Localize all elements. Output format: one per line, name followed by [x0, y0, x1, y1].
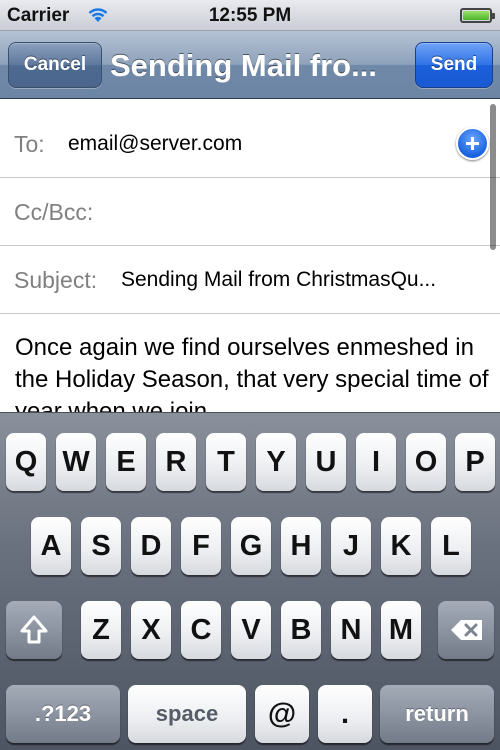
key-p[interactable]: P [455, 433, 495, 491]
to-label: To: [14, 131, 45, 157]
add-contact-icon[interactable] [456, 127, 489, 160]
key-w[interactable]: W [56, 433, 96, 491]
shift-icon [20, 615, 48, 644]
key-u[interactable]: U [306, 433, 346, 491]
key-r[interactable]: R [156, 433, 196, 491]
message-body[interactable]: Once again we find ourselves enmeshed in… [15, 332, 490, 412]
space-key[interactable]: space [128, 685, 246, 743]
send-button[interactable]: Send [415, 42, 493, 88]
key-g[interactable]: G [231, 517, 271, 575]
key-e[interactable]: E [106, 433, 146, 491]
key-v[interactable]: V [231, 601, 271, 659]
subject-field[interactable]: Subject: Sending Mail from ChristmasQu..… [0, 246, 500, 314]
key-z[interactable]: Z [81, 601, 121, 659]
key-h[interactable]: H [281, 517, 321, 575]
key-x[interactable]: X [131, 601, 171, 659]
delete-icon [451, 620, 482, 640]
key-l[interactable]: L [431, 517, 471, 575]
battery-icon [460, 8, 495, 23]
key-n[interactable]: N [331, 601, 371, 659]
cc-bcc-field[interactable]: Cc/Bcc: [0, 178, 500, 246]
shift-key[interactable] [6, 601, 62, 659]
key-s[interactable]: S [81, 517, 121, 575]
cc-bcc-label: Cc/Bcc: [14, 199, 94, 225]
key-i[interactable]: I [356, 433, 396, 491]
key-t[interactable]: T [206, 433, 246, 491]
key-f[interactable]: F [181, 517, 221, 575]
at-key[interactable]: @ [255, 685, 309, 743]
key-j[interactable]: J [331, 517, 371, 575]
numbers-key[interactable]: .?123 [6, 685, 120, 743]
key-o[interactable]: O [406, 433, 446, 491]
cancel-button[interactable]: Cancel [8, 42, 102, 88]
scroll-indicator [490, 104, 496, 250]
dot-key[interactable]: . [318, 685, 372, 743]
keyboard: Q W E R T Y U I O P A S D F G H J K L Z … [0, 412, 500, 750]
key-m[interactable]: M [381, 601, 421, 659]
to-input[interactable]: email@server.com [68, 110, 448, 178]
status-time: 12:55 PM [208, 5, 292, 26]
key-d[interactable]: D [131, 517, 171, 575]
delete-key[interactable] [438, 601, 494, 659]
subject-input[interactable]: Sending Mail from ChristmasQu... [121, 246, 483, 314]
status-bar: Carrier 12:55 PM [0, 0, 500, 31]
key-q[interactable]: Q [6, 433, 46, 491]
navigation-bar: Cancel Sending Mail fro... Send [0, 31, 500, 99]
key-a[interactable]: A [31, 517, 71, 575]
to-field[interactable]: To: email@server.com [0, 110, 500, 178]
page-title: Sending Mail fro... [110, 48, 377, 83]
subject-label: Subject: [14, 267, 98, 293]
key-k[interactable]: K [381, 517, 421, 575]
key-c[interactable]: C [181, 601, 221, 659]
return-key[interactable]: return [380, 685, 494, 743]
key-b[interactable]: B [281, 601, 321, 659]
key-y[interactable]: Y [256, 433, 296, 491]
